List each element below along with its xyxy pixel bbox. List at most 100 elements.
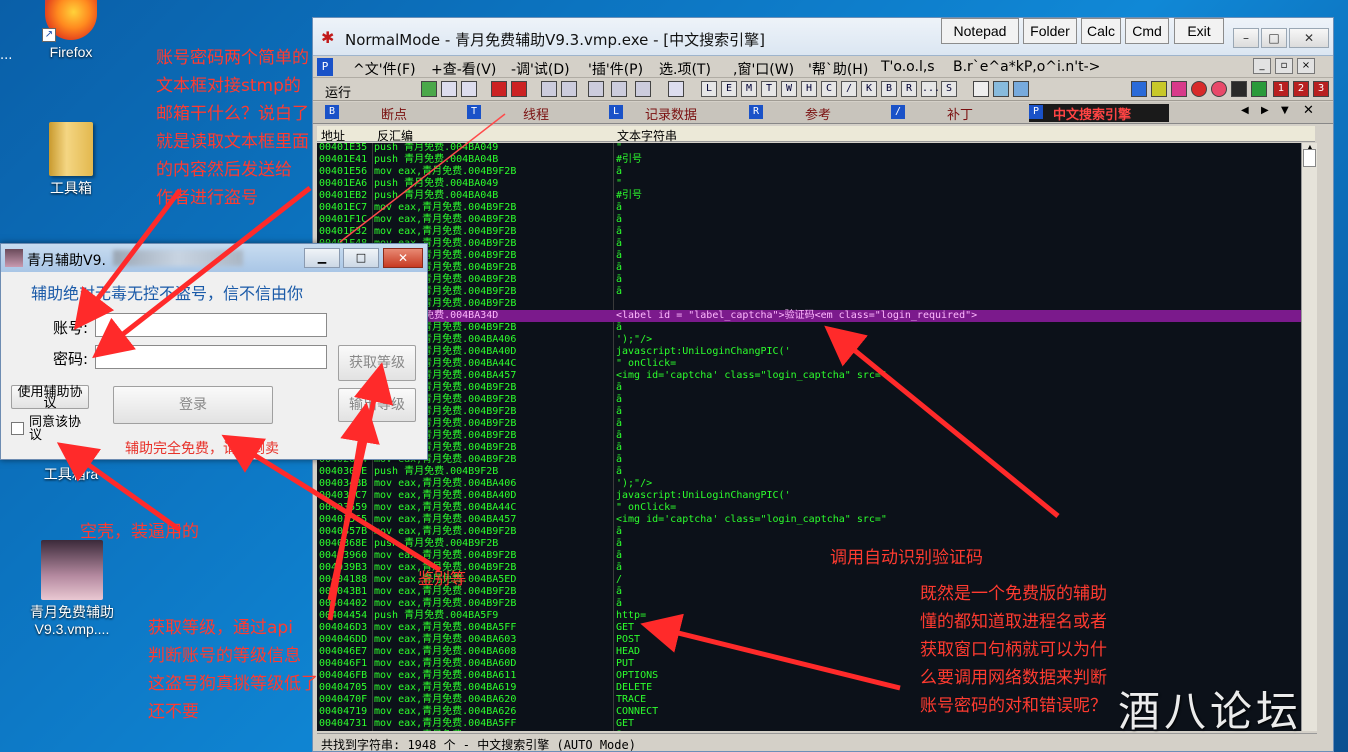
list-row[interactable]: 0040200Emov eax,青月免费.004BA40Djavascript:…	[317, 346, 1301, 358]
desktop-icon-toolbox[interactable]: 工具箱	[26, 122, 116, 197]
step-over-icon[interactable]	[561, 81, 577, 97]
number-2-icon[interactable]: 2	[1293, 81, 1309, 97]
list-row[interactable]: 004034C7 mov eax,青月免费.004BA40D javascript:…	[317, 490, 1301, 502]
menu-plugins[interactable]: '插'件(P)	[588, 59, 643, 79]
list-row[interactable]: 0040207Cmov eax,青月免费.004B9F2Bā	[317, 406, 1301, 418]
list-row[interactable]: 004046D3 mov eax,青月免费.004BA5FF GET	[317, 622, 1301, 634]
trace-over-icon[interactable]	[611, 81, 627, 97]
plugin-icon-1[interactable]	[1131, 81, 1147, 97]
tab-scroll-right-icon[interactable]: ▶	[1261, 105, 1269, 116]
menu-file[interactable]: ^文'件(F)	[353, 59, 416, 79]
list-row[interactable]: 00404454 push 青月免费.004BA5F9 http=	[317, 610, 1301, 622]
number-3-icon[interactable]: 3	[1313, 81, 1329, 97]
list-row[interactable]: 00401F1C mov eax,青月免费.004B9F2B ā	[317, 214, 1301, 226]
list-row[interactable]: 004020D4mov eax,青月免费.004B9F2Bā	[317, 454, 1301, 466]
list-row[interactable]: 00401F8Amov eax,青月免费.004B9F2Bā	[317, 274, 1301, 286]
string-list[interactable]: 00401E35 push 青月免费.004BA049 " 00401E41 push …	[317, 143, 1301, 731]
calc-button[interactable]: Calc	[1081, 18, 1121, 44]
dialog-titlebar[interactable]: 青月辅助V9. ▁ □ ✕	[1, 244, 427, 272]
list-row[interactable]: 004030BE push 青月免费.004B9F2B ā	[317, 466, 1301, 478]
tab-log[interactable]: L 记录数据	[609, 104, 749, 123]
plugin-icon-7[interactable]	[1251, 81, 1267, 97]
dialog-minimize-button[interactable]: ▁	[304, 248, 340, 268]
list-row[interactable]: 00401F74mov eax,青月免费.004B9F2Bā	[317, 262, 1301, 274]
toolbar-W[interactable]: W	[781, 81, 797, 97]
dialog-close-button[interactable]: ✕	[383, 248, 423, 268]
menu-window[interactable]: ,窗'口(W)	[733, 59, 794, 79]
cmd-button[interactable]: Cmd	[1125, 18, 1169, 44]
tab-scroll-left-icon[interactable]: ◀	[1241, 105, 1249, 116]
desktop-icon-toolbox-ra[interactable]: 工具箱ra	[26, 466, 116, 483]
vertical-scrollbar[interactable]: ▲	[1301, 143, 1317, 731]
mdi-minimize-button[interactable]: _	[1253, 58, 1271, 74]
toolbar-B[interactable]: B	[881, 81, 897, 97]
open-icon[interactable]	[421, 81, 437, 97]
tab-dropdown-icon[interactable]: ▼	[1281, 105, 1289, 116]
menu-options[interactable]: 选.项(T)	[659, 59, 711, 79]
goto-icon[interactable]	[668, 81, 684, 97]
use-agreement-button[interactable]: 使用辅助协议	[11, 385, 89, 410]
mdi-restore-button[interactable]: ▫	[1275, 58, 1293, 74]
list-row[interactable]: 00401E41 push 青月免费.004BA04B #引号	[317, 154, 1301, 166]
rewind-icon[interactable]	[441, 81, 457, 97]
number-1-icon[interactable]: 1	[1273, 81, 1289, 97]
list-row[interactable]: 004020A8mov eax,青月免费.004B9F2Bā	[317, 430, 1301, 442]
toolbar-C[interactable]: C	[821, 81, 837, 97]
password-input[interactable]	[95, 345, 327, 369]
list-row[interactable]: 0040368E push 青月免费.004B9F2B ā	[317, 538, 1301, 550]
help-icon[interactable]	[1013, 81, 1029, 97]
tab-threads[interactable]: T 线程	[467, 104, 607, 123]
step-into-icon[interactable]	[541, 81, 557, 97]
maximize-button[interactable]: □	[1261, 28, 1287, 48]
login-button[interactable]: 登录	[113, 386, 273, 424]
tab-chinese-search[interactable]: P 中文搜索引擎	[1029, 104, 1169, 123]
agree-checkbox[interactable]	[11, 422, 24, 435]
toolbar-H[interactable]: H	[801, 81, 817, 97]
list-row[interactable]: 004046F1 mov eax,青月免费.004BA60D PUT	[317, 658, 1301, 670]
minimize-button[interactable]: –	[1233, 28, 1259, 48]
list-row[interactable]: 00401FCCpush 青月免费.004BA34D<label id = "l…	[317, 310, 1301, 322]
toolbar-dots[interactable]: ...	[921, 81, 940, 97]
plugin-icon-2[interactable]	[1151, 81, 1167, 97]
toolbar-K[interactable]: K	[861, 81, 877, 97]
list-row[interactable]: 00403565 mov eax,青月免费.004BA457 <img id='ca…	[317, 514, 1301, 526]
list-row[interactable]: 00401F32 mov eax,青月免费.004B9F2B ā	[317, 226, 1301, 238]
list-row[interactable]: 0040357B mov eax,青月免费.004B9F2B ā	[317, 526, 1301, 538]
account-input[interactable]	[95, 313, 327, 337]
col-address[interactable]: 地址	[321, 127, 345, 144]
menu-view[interactable]: +查-看(V)	[431, 59, 496, 79]
desktop-icon-firefox[interactable]: Firefox	[26, 0, 116, 61]
plugin-icon-3[interactable]	[1171, 81, 1187, 97]
window-titlebar[interactable]: ✱ NormalMode - 青月免费辅助V9.3.vmp.exe - [中文搜…	[313, 18, 1333, 56]
toolbar-R[interactable]: R	[901, 81, 917, 97]
notepad-button[interactable]: Notepad	[941, 18, 1019, 44]
list-row[interactable]: 00404402 mov eax,青月免费.004B9F2B ā	[317, 598, 1301, 610]
tab-close-icon[interactable]: ✕	[1303, 103, 1314, 118]
list-row[interactable]: 00401F5Emov eax,青月免费.004B9F2Bā	[317, 250, 1301, 262]
col-text[interactable]: 文本字符串	[617, 127, 677, 144]
list-row[interactable]: 004046DD mov eax,青月免费.004BA603 POST	[317, 634, 1301, 646]
list-row[interactable]: 00401EC7 mov eax,青月免费.004B9F2B ā	[317, 202, 1301, 214]
close-button[interactable]: ✕	[1289, 28, 1329, 48]
list-row[interactable]: 00402050mov eax,青月免费.004B9F2Bā	[317, 382, 1301, 394]
palette-icon[interactable]	[993, 81, 1009, 97]
dialog-maximize-button[interactable]: □	[343, 248, 379, 268]
list-row[interactable]: 00401EB2 push 青月免费.004BA04B #引号	[317, 190, 1301, 202]
list-row[interactable]: 00403559 mov eax,青月免费.004BA44C " onClick=	[317, 502, 1301, 514]
toolbar-E[interactable]: E	[721, 81, 737, 97]
list-row[interactable]: 00401E56 mov eax,青月免费.004B9F2B ā	[317, 166, 1301, 178]
menu-help[interactable]: '帮`助(H)	[808, 59, 868, 79]
folder-button[interactable]: Folder	[1023, 18, 1077, 44]
trace-into-icon[interactable]	[588, 81, 604, 97]
list-row[interactable]: 00401FB6mov eax,青月免费.004B9F2B	[317, 298, 1301, 310]
list-row[interactable]: 00402092mov eax,青月免费.004B9F2Bā	[317, 418, 1301, 430]
list-row[interactable]: 0040203Amov eax,青月免费.004BA457<img id='ca…	[317, 370, 1301, 382]
output-level-button[interactable]: 输出等级	[338, 388, 416, 422]
list-row[interactable]: 00401FA0mov eax,青月免费.004B9F2Bā	[317, 286, 1301, 298]
close-file-icon[interactable]	[461, 81, 477, 97]
list-row[interactable]: 00401EA6 push 青月免费.004BA049 "	[317, 178, 1301, 190]
toolbar-T[interactable]: T	[761, 81, 777, 97]
col-disasm[interactable]: 反汇编	[377, 127, 413, 144]
list-row[interactable]: 00401E35 push 青月免费.004BA049 "	[317, 143, 1301, 154]
plugin-icon-4[interactable]	[1191, 81, 1207, 97]
